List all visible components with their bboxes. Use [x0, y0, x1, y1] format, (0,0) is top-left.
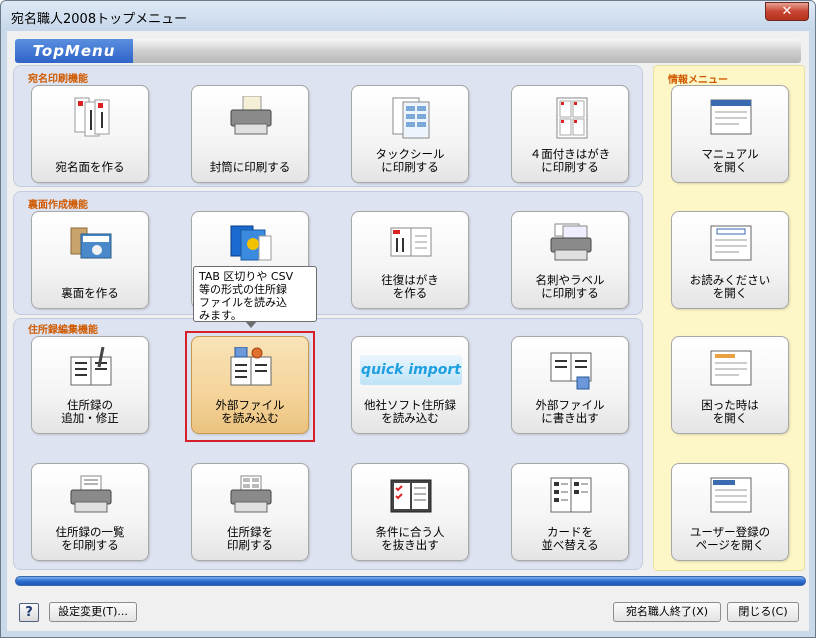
address-side-label: 宛名面を作る: [55, 160, 125, 174]
help-page-icon: [710, 350, 752, 386]
client-area: TopMenu 宛名印刷機能 裏面作成機能 住所録編集機能 情報メニュー 宛名面…: [7, 31, 809, 631]
envelope-print-label: 封筒に印刷する: [209, 160, 291, 174]
printer-envelope-icon: [230, 96, 272, 135]
return-postcard-button[interactable]: 往復はがき を作る: [351, 211, 469, 309]
sort-cards-button[interactable]: カードを 並べ替える: [511, 463, 629, 561]
addressbook-edit-icon: [70, 347, 112, 386]
label-sheet-icon: [392, 97, 430, 139]
tooltip-pointer: [245, 321, 257, 328]
back-side-button[interactable]: 裏面を作る: [31, 211, 149, 309]
import-file-icon: [230, 347, 272, 386]
extract-matching-button[interactable]: 条件に合う人 を抜き出す: [351, 463, 469, 561]
add-edit-button[interactable]: 住所録の 追加・修正: [31, 336, 149, 434]
return-postcard-label: 往復はがき を作る: [381, 273, 439, 300]
greeting-card-icon: [70, 227, 112, 259]
settings-button[interactable]: 設定変更(T)...: [49, 602, 137, 622]
export-external-label: 外部ファイル に書き出す: [535, 398, 605, 425]
quick-import-logo: quick import: [360, 355, 462, 385]
progress-bar: [15, 576, 806, 586]
quit-app-button[interactable]: 宛名職人終了(X): [613, 602, 721, 622]
manual-page-icon: [710, 99, 752, 135]
manual-label: マニュアル を開く: [701, 147, 759, 174]
title-bar[interactable]: 宛名職人2008トップメニュー ✕: [1, 1, 815, 31]
print-addressbook-label: 住所録を 印刷する: [227, 525, 273, 552]
section-title-info-menu: 情報メニュー: [668, 75, 728, 86]
close-button[interactable]: 閉じる(C): [727, 602, 799, 622]
window-title: 宛名職人2008トップメニュー: [11, 12, 188, 27]
section-title-back-create: 裏面作成機能: [28, 200, 88, 211]
import-other-button[interactable]: quick import 他社ソフト住所録 を読み込む: [351, 336, 469, 434]
card-sort-icon: [550, 477, 592, 513]
envelope-print-button[interactable]: 封筒に印刷する: [191, 85, 309, 183]
printer-addressbook-icon: [230, 475, 272, 513]
printer-card-icon: [550, 223, 592, 261]
trouble-label: 困った時は を開く: [701, 398, 759, 425]
registration-button[interactable]: ユーザー登録の ページを開く: [671, 463, 789, 561]
section-title-address-print: 宛名印刷機能: [28, 74, 88, 85]
registration-label: ユーザー登録の ページを開く: [689, 525, 771, 552]
photo-card-icon: [230, 225, 272, 261]
postcard-address-icon: [74, 97, 110, 137]
print-list-button[interactable]: 住所録の一覧 を印刷する: [31, 463, 149, 561]
return-postcard-icon: [390, 227, 432, 257]
readme-button[interactable]: お読みください を開く: [671, 211, 789, 309]
registration-page-icon: [710, 477, 752, 513]
sort-cards-label: カードを 並べ替える: [541, 525, 599, 552]
print-addressbook-button[interactable]: 住所録を 印刷する: [191, 463, 309, 561]
printer-list-icon: [70, 475, 112, 513]
topmenu-label: TopMenu: [15, 39, 133, 63]
four-postcard-button[interactable]: ４面付きはがき に印刷する: [511, 85, 629, 183]
readme-page-icon: [710, 225, 752, 261]
checklist-book-icon: [390, 479, 432, 513]
window-close-button[interactable]: ✕: [765, 2, 809, 21]
manual-button[interactable]: マニュアル を開く: [671, 85, 789, 183]
print-list-label: 住所録の一覧 を印刷する: [55, 525, 125, 552]
readme-label: お読みください を開く: [689, 273, 771, 300]
business-card-button[interactable]: 名刺やラベル に印刷する: [511, 211, 629, 309]
four-postcard-label: ４面付きはがき に印刷する: [529, 147, 611, 174]
export-external-button[interactable]: 外部ファイル に書き出す: [511, 336, 629, 434]
business-card-label: 名刺やラベル に印刷する: [535, 273, 605, 300]
trouble-button[interactable]: 困った時は を開く: [671, 336, 789, 434]
add-edit-label: 住所録の 追加・修正: [61, 398, 119, 425]
tack-seal-label: タックシール に印刷する: [375, 147, 445, 174]
help-button[interactable]: ?: [19, 603, 39, 622]
import-external-label: 外部ファイル を読み込む: [215, 398, 285, 425]
back-side-label: 裏面を作る: [61, 286, 119, 300]
import-tooltip: TAB 区切りや CSV 等の形式の住所録 ファイルを読み込 みます。: [193, 266, 317, 322]
section-title-addressbook-edit: 住所録編集機能: [28, 325, 98, 336]
export-file-icon: [550, 352, 592, 390]
import-external-button[interactable]: 外部ファイル を読み込む: [191, 336, 309, 434]
address-side-button[interactable]: 宛名面を作る: [31, 85, 149, 183]
topmenu-banner: TopMenu: [15, 39, 801, 63]
main-window: 宛名職人2008トップメニュー ✕ TopMenu 宛名印刷機能 裏面作成機能 …: [0, 0, 816, 638]
four-postcard-icon: [556, 97, 588, 139]
extract-matching-label: 条件に合う人 を抜き出す: [375, 525, 445, 552]
import-other-label: 他社ソフト住所録 を読み込む: [364, 398, 456, 425]
tack-seal-button[interactable]: タックシール に印刷する: [351, 85, 469, 183]
